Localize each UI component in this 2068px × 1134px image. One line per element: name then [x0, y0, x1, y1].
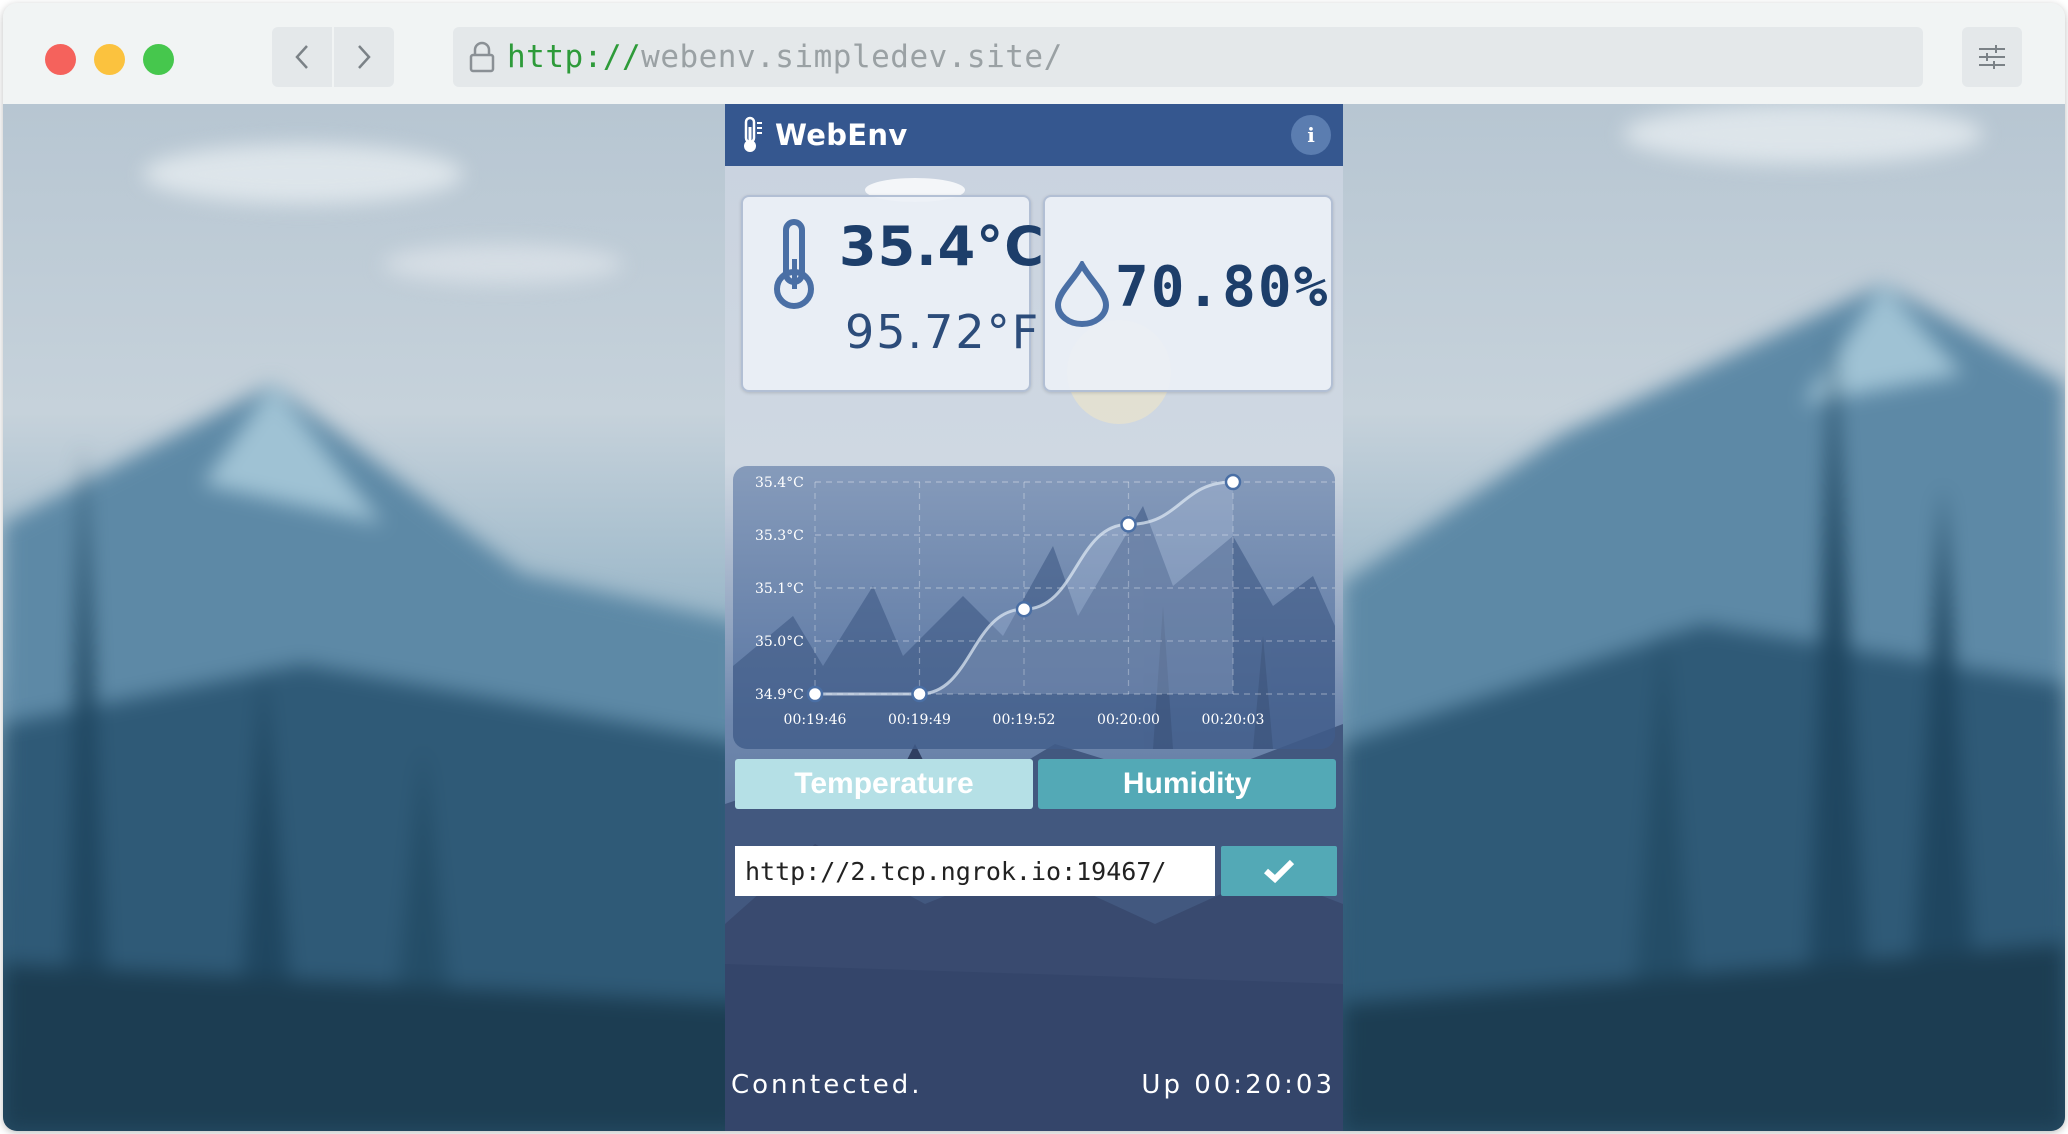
minimize-window-button[interactable] [94, 44, 125, 75]
lock-icon [469, 41, 495, 73]
humidity-value: 70.80% [1115, 255, 1330, 320]
info-icon: i [1307, 123, 1315, 147]
chart-x-tick-label: 00:20:03 [1202, 712, 1265, 728]
chart-data-point [806, 685, 824, 703]
uptime-label: Up 00:20:03 [1141, 1070, 1335, 1100]
temperature-fahrenheit: 95.72°F [845, 305, 1041, 359]
chart-x-tick-label: 00:19:52 [993, 712, 1056, 728]
chart-x-tick-label: 00:19:46 [784, 712, 847, 728]
sliders-icon [1979, 45, 2005, 69]
connection-status: Conntected. [731, 1070, 923, 1100]
checkmark-icon [1264, 859, 1295, 884]
water-drop-icon [1054, 261, 1110, 327]
chart-canvas: 35.4°C 35.3°C 35.1°C 35.0°C 34.9°C 00:19:46 0… [733, 473, 1335, 749]
webenv-app: WebEnv i 35.4°C 95.72°F 70.80% 35.4°C 35… [725, 104, 1343, 1131]
chart-y-tick-label: 35.4°C [755, 475, 804, 491]
humidity-card: 70.80% [1043, 195, 1333, 392]
chevron-left-icon [295, 45, 308, 69]
browser-window: http://webenv.simpledev.site/ WebEnv i 3… [3, 3, 2065, 1131]
chart-data-point [1120, 516, 1137, 533]
temperature-celsius: 35.4°C [839, 215, 1045, 278]
temperature-chart: 35.4°C 35.3°C 35.1°C 35.0°C 34.9°C 00:19:46 0… [733, 466, 1335, 749]
tab-humidity[interactable]: Humidity [1038, 759, 1336, 809]
chart-x-tick-label: 00:19:49 [888, 712, 951, 728]
back-button[interactable] [272, 27, 332, 87]
thermometer-icon [774, 219, 814, 309]
endpoint-url-input[interactable] [735, 846, 1215, 896]
chart-y-tick-label: 35.3°C [755, 528, 804, 544]
chart-x-tick-label: 00:20:00 [1097, 712, 1160, 728]
url-text: http://webenv.simpledev.site/ [507, 39, 1063, 75]
tab-temperature[interactable]: Temperature [735, 759, 1033, 809]
chart-y-tick-label: 35.1°C [755, 581, 804, 597]
chart-y-tick-label: 35.0°C [755, 634, 804, 650]
address-bar[interactable]: http://webenv.simpledev.site/ [453, 27, 1923, 87]
maximize-window-button[interactable] [143, 44, 174, 75]
browser-toolbar: http://webenv.simpledev.site/ [3, 3, 2065, 104]
url-protocol: http:// [507, 39, 642, 75]
chart-y-tick-label: 34.9°C [755, 687, 804, 703]
app-title: WebEnv [775, 118, 908, 152]
temperature-card: 35.4°C 95.72°F [741, 195, 1044, 392]
info-button[interactable]: i [1291, 115, 1331, 155]
browser-menu-button[interactable] [1962, 27, 2022, 87]
url-host: webenv.simpledev.site/ [641, 39, 1063, 75]
thermometer-icon [744, 116, 762, 152]
chevron-right-icon [358, 45, 371, 69]
forward-button[interactable] [334, 27, 394, 87]
chart-data-point [911, 685, 928, 703]
close-window-button[interactable] [45, 44, 76, 75]
chart-data-point [1015, 600, 1033, 618]
app-header: WebEnv i [725, 104, 1343, 166]
confirm-button[interactable] [1221, 846, 1337, 896]
chart-data-point [1224, 473, 1242, 491]
